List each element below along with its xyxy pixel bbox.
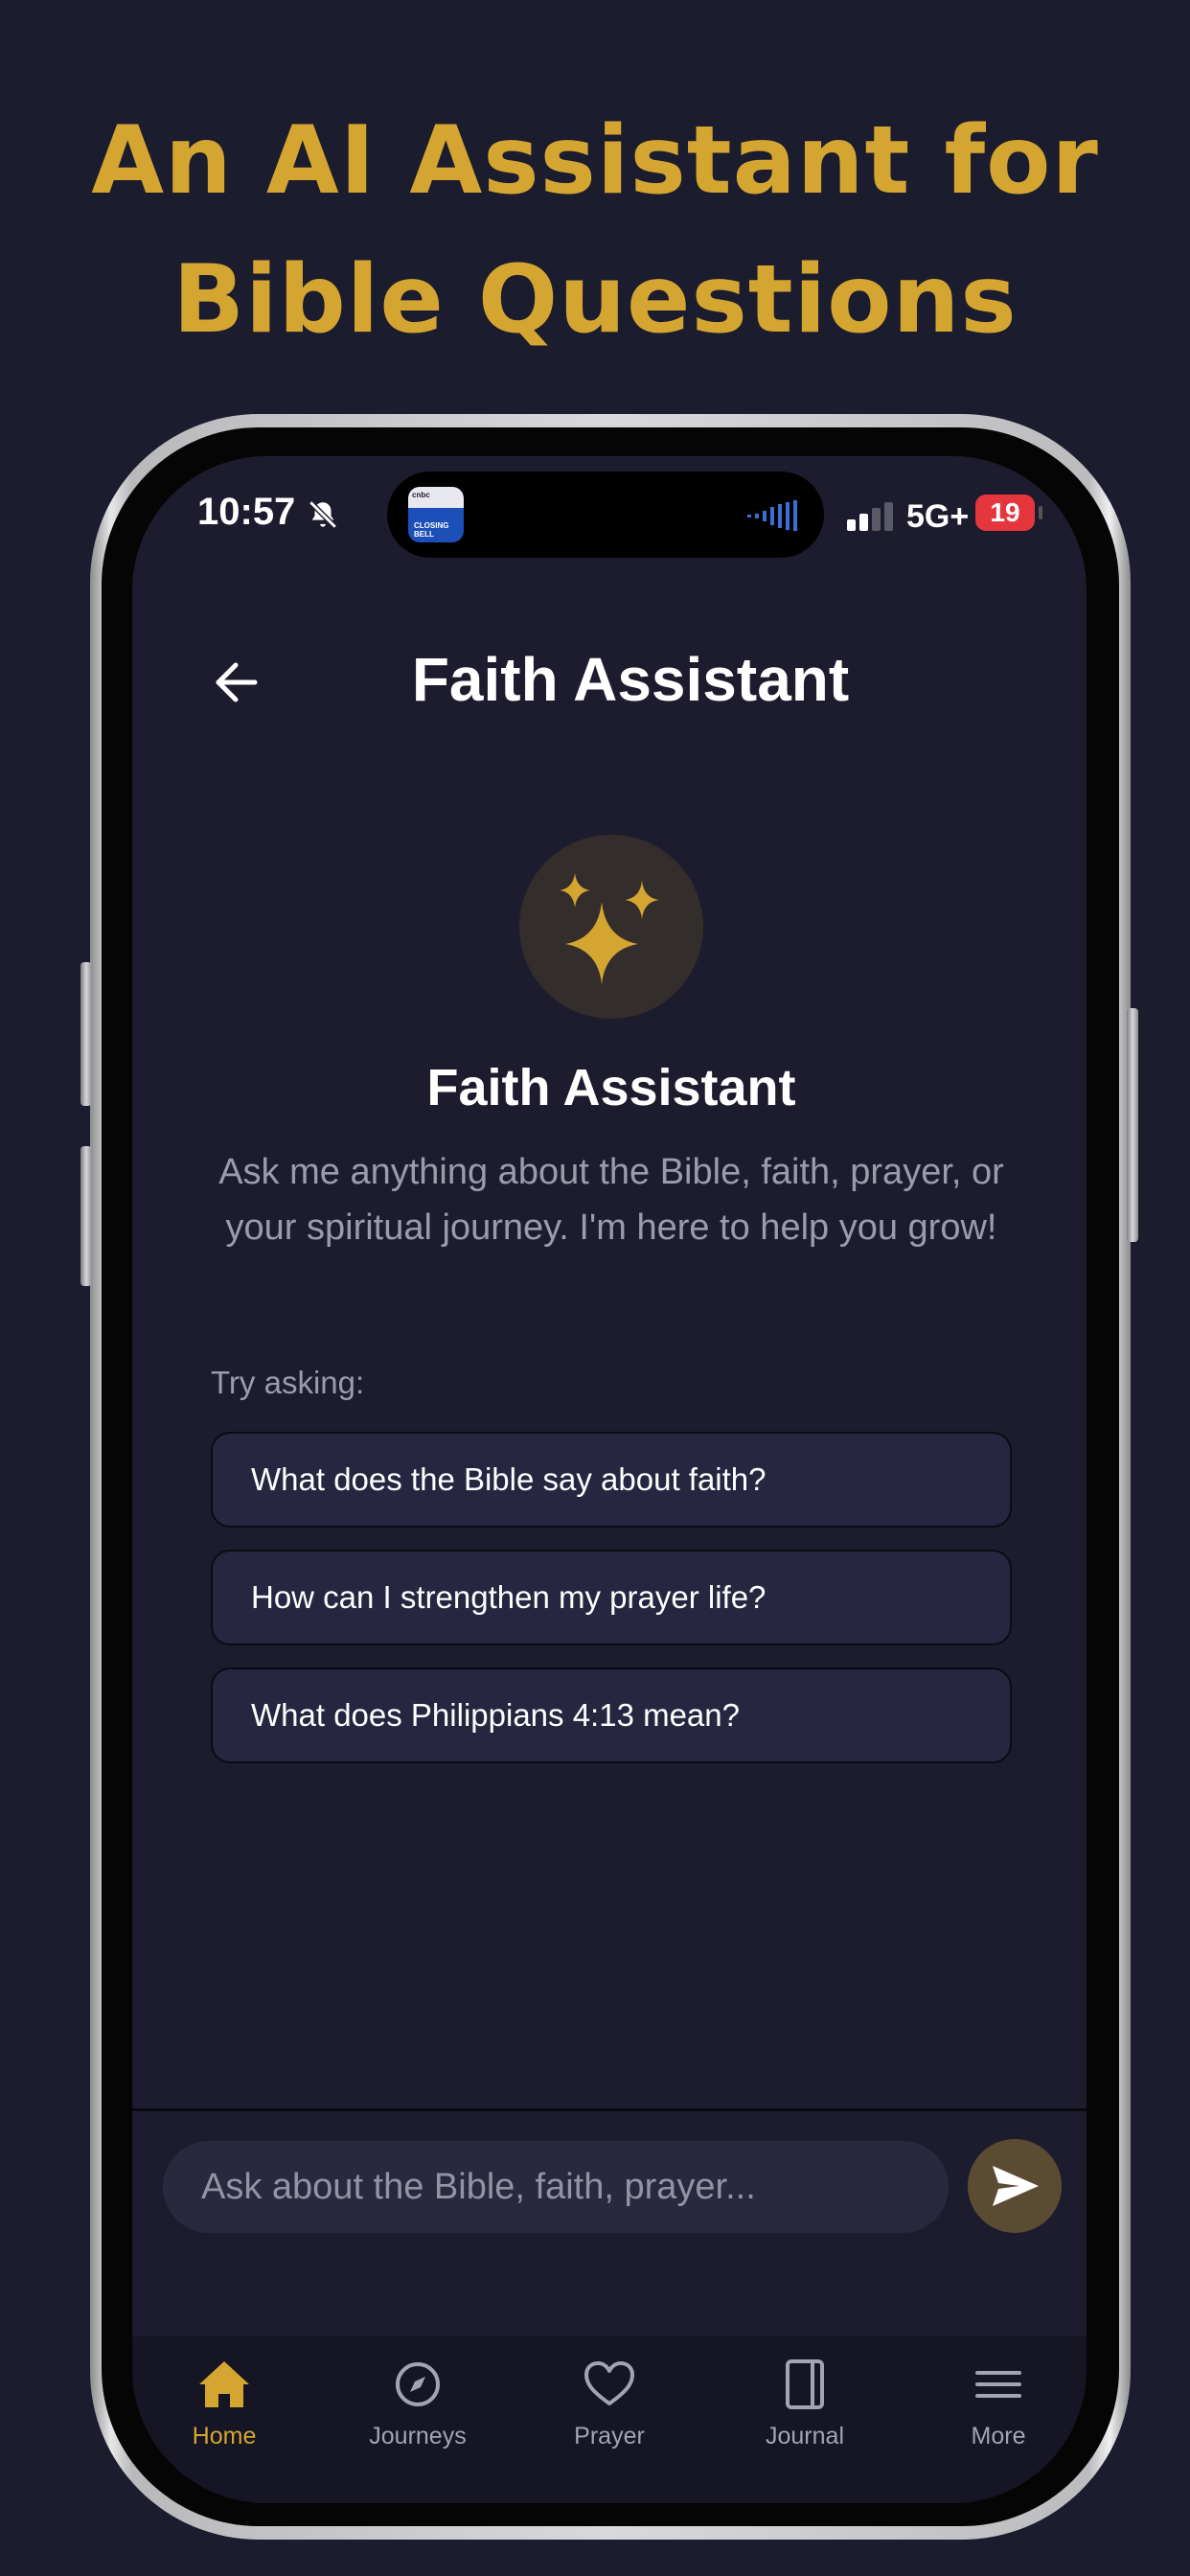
tab-prayer[interactable]: Prayer [533,2356,686,2471]
suggestion-button[interactable]: How can I strengthen my prayer life? [211,1550,1012,1645]
tab-journal[interactable]: Journal [728,2356,881,2471]
assistant-avatar [519,835,703,1019]
send-button[interactable] [968,2139,1062,2233]
phone-side-button [80,1146,92,1286]
heart-icon [584,2361,634,2405]
page-title: Faith Assistant [411,645,850,714]
tab-more-label: More [971,2423,1026,2450]
audio-wave-icon [747,500,797,531]
tab-journeys-label: Journeys [369,2423,467,2450]
assistant-description: Ask me anything about the Bible, faith, … [218,1152,1004,1248]
status-time: 10:57 [197,491,296,533]
promo-headline-line-1: An AI Assistant for [91,106,1099,216]
battery-indicator: 19 [975,494,1035,531]
suggestions-label: Try asking: [211,1365,365,1400]
phone-side-button [1127,1008,1138,1242]
tab-more[interactable]: More [922,2356,1075,2471]
message-input[interactable]: Ask about the Bible, faith, prayer... [163,2141,949,2233]
bell-muted-icon [309,500,337,529]
battery-cap [1039,506,1042,519]
tab-home[interactable]: Home [148,2356,301,2471]
suggestion-button[interactable]: What does Philippians 4:13 mean? [211,1668,1012,1763]
dynamic-island[interactable]: cnbc CLOSING BELL [387,472,824,558]
compass-icon [396,2362,440,2406]
network-label: 5G+ [906,498,970,535]
sparkles-icon [560,873,659,984]
tab-journeys[interactable]: Journeys [341,2356,494,2471]
tab-prayer-label: Prayer [574,2423,645,2450]
composer-divider [132,2108,1087,2111]
suggestion-button[interactable]: What does the Bible say about faith? [211,1432,1012,1528]
send-icon [993,2166,1039,2206]
cellular-signal-icon [847,502,893,531]
live-activity-app-icon: cnbc CLOSING BELL [408,487,464,542]
promo-headline: An AI Assistant for Bible Questions [0,92,1190,370]
phone-side-button [80,962,92,1106]
tab-journal-label: Journal [766,2423,844,2450]
assistant-name: Faith Assistant [426,1059,796,1116]
tab-home-label: Home [192,2423,257,2450]
bottom-tab-bar: Home Journeys Prayer Journal More [132,2336,1087,2503]
promo-headline-line-2: Bible Questions [172,245,1018,355]
journal-icon [786,2359,824,2409]
home-icon [199,2361,249,2407]
menu-icon [975,2371,1021,2398]
phone-screen: 10:57 cnbc CLOSING BELL 5G+ 19 Faith Ass… [132,456,1087,2503]
